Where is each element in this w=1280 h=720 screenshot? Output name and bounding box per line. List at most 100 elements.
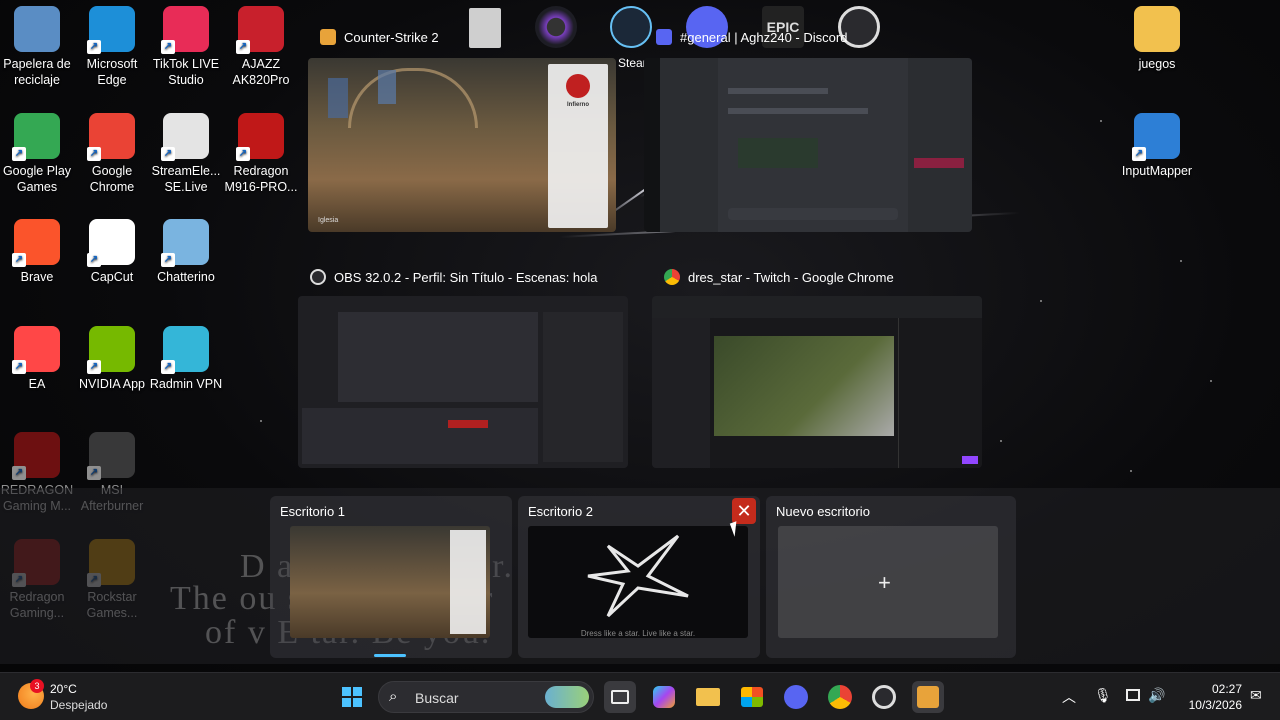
desktop-icon-label: CapCut bbox=[90, 270, 134, 284]
shortcut-arrow-icon: ↗ bbox=[87, 40, 101, 54]
copilot-icon bbox=[653, 686, 675, 708]
desktop-icon[interactable]: ↗ NVIDIA App bbox=[73, 326, 151, 392]
streamelements-icon: ↗ bbox=[161, 113, 209, 161]
star-logo bbox=[587, 534, 689, 618]
desktop-icon[interactable]: ↗ InputMapper bbox=[1118, 113, 1196, 179]
store-button[interactable] bbox=[736, 681, 768, 713]
notifications-icon[interactable]: ✉ bbox=[1250, 687, 1262, 704]
desktop-icon[interactable]: ↗ CapCut bbox=[73, 219, 151, 285]
window-thumbnail bbox=[644, 58, 972, 232]
desktop-2[interactable]: Escritorio 2 Dress like a star. Live lik… bbox=[518, 496, 760, 658]
desktop-icon-label: Google Play Games bbox=[2, 164, 72, 194]
task-view-button[interactable] bbox=[604, 681, 636, 713]
inputmapper-icon: ↗ bbox=[1132, 113, 1180, 161]
network-icon[interactable] bbox=[1126, 689, 1140, 701]
search-box[interactable]: ⌕ Buscar bbox=[378, 681, 594, 713]
window-title: #general | Aghz240 - Discord bbox=[680, 29, 848, 45]
nvidia-icon: ↗ bbox=[87, 326, 135, 374]
desktop-icon[interactable]: ↗ TikTok LIVE Studio bbox=[147, 6, 225, 88]
desktop-icon[interactable]: ↗ Chatterino bbox=[147, 219, 225, 285]
desktop-icon[interactable]: ↗ Google Play Games bbox=[0, 113, 76, 195]
discord-taskbar-button[interactable] bbox=[780, 681, 812, 713]
new-desktop[interactable]: Nuevo escritorio + bbox=[766, 496, 1016, 658]
desktop-label: Nuevo escritorio bbox=[776, 504, 870, 519]
search-icon: ⌕ bbox=[389, 688, 398, 705]
shortcut-arrow-icon: ↗ bbox=[12, 147, 26, 161]
new-desktop-button[interactable]: + bbox=[778, 526, 998, 638]
plus-icon: + bbox=[878, 570, 891, 595]
close-desktop-button[interactable]: ✕ bbox=[732, 498, 756, 524]
start-button[interactable] bbox=[336, 681, 368, 713]
chatterino-icon: ↗ bbox=[161, 219, 209, 267]
weather-temp[interactable]: 20°C bbox=[50, 682, 77, 696]
desktop-icon[interactable]: Papelera de reciclaje bbox=[0, 6, 76, 88]
microphone-icon[interactable]: 🎙 bbox=[1094, 687, 1112, 704]
shortcut-arrow-icon: ↗ bbox=[236, 147, 250, 161]
edge-icon: ↗ bbox=[87, 6, 135, 54]
active-indicator bbox=[374, 654, 406, 657]
weather-condition[interactable]: Despejado bbox=[50, 698, 107, 712]
window-discord[interactable]: #general | Aghz240 - Discord bbox=[644, 26, 974, 232]
capcut-icon: ↗ bbox=[87, 219, 135, 267]
desktop-icon-label: EA bbox=[28, 377, 46, 391]
cs2-icon bbox=[917, 686, 939, 708]
copilot-button[interactable] bbox=[648, 681, 680, 713]
chevron-up-icon[interactable]: ︿ bbox=[1062, 687, 1076, 707]
shortcut-arrow-icon: ↗ bbox=[87, 253, 101, 267]
desktop-icon[interactable]: ↗ Radmin VPN bbox=[147, 326, 225, 392]
file-explorer-button[interactable] bbox=[692, 681, 724, 713]
shortcut-arrow-icon: ↗ bbox=[236, 40, 250, 54]
window-thumbnail bbox=[652, 296, 982, 468]
tiktok-icon: ↗ bbox=[161, 6, 209, 54]
start-icon bbox=[342, 687, 362, 707]
chrome-icon: ↗ bbox=[87, 113, 135, 161]
desktop-icon-label: AJAZZ AK820Pro bbox=[232, 57, 290, 87]
window-obs[interactable]: OBS 32.0.2 - Perfil: Sin Título - Escena… bbox=[298, 266, 628, 468]
desktop-icon-label: NVIDIA App bbox=[78, 377, 145, 391]
desktop-caption: Dress like a star. Live like a star. bbox=[580, 629, 696, 638]
desktop-icon-label: juegos bbox=[1138, 57, 1176, 71]
desktop-icon[interactable]: ↗ StreamEle... SE.Live bbox=[147, 113, 225, 195]
map-info-panel: Infierno bbox=[548, 64, 608, 228]
chrome-taskbar-button[interactable] bbox=[824, 681, 856, 713]
desktop-icon-label: StreamEle... SE.Live bbox=[151, 164, 221, 194]
window-thumbnail bbox=[298, 296, 628, 468]
msi-afterburner-icon: ↗ bbox=[87, 432, 135, 480]
shortcut-arrow-icon: ↗ bbox=[12, 466, 26, 480]
shortcut-arrow-icon: ↗ bbox=[161, 40, 175, 54]
radmin-icon: ↗ bbox=[161, 326, 209, 374]
shortcut-arrow-icon: ↗ bbox=[12, 360, 26, 374]
window-title: dres_star - Twitch - Google Chrome bbox=[688, 269, 894, 285]
desktop-icon-label: Chatterino bbox=[157, 270, 215, 284]
play-games-icon: ↗ bbox=[12, 113, 60, 161]
shortcut-arrow-icon: ↗ bbox=[161, 147, 175, 161]
desktop-icon[interactable]: ↗ AJAZZ AK820Pro bbox=[222, 6, 300, 88]
chrome-icon bbox=[828, 685, 852, 709]
desktop-icon[interactable]: ↗ Google Chrome bbox=[73, 113, 151, 195]
shortcut-arrow-icon: ↗ bbox=[1132, 147, 1146, 161]
clock-time[interactable]: 02:27 bbox=[1180, 682, 1242, 696]
desktop-icon[interactable]: ↗ Microsoft Edge bbox=[73, 6, 151, 88]
cs2-icon bbox=[320, 29, 336, 45]
window-counter-strike[interactable]: Counter-Strike 2 Infierno Iglesia bbox=[308, 26, 618, 232]
taskbar: 3 20°C Despejado ⌕ Buscar ︿ 🎙 🔊 02:27 10… bbox=[0, 672, 1280, 720]
obs-taskbar-button[interactable] bbox=[868, 681, 900, 713]
desktop-icon-label: Redragon M916-PRO... bbox=[224, 164, 298, 194]
steam-label: Stear bbox=[618, 56, 647, 70]
microsoft-store-icon bbox=[741, 687, 763, 707]
desktop-1[interactable]: Escritorio 1 bbox=[270, 496, 512, 658]
clock-date[interactable]: 10/3/2026 bbox=[1170, 698, 1242, 712]
redragon-icon: ↗ bbox=[236, 113, 284, 161]
desktop-icon[interactable]: ↗ Brave bbox=[0, 219, 76, 285]
search-highlight-icon bbox=[545, 686, 589, 708]
map-name: Iglesia bbox=[318, 217, 339, 224]
desktop-icon-label: InputMapper bbox=[1121, 164, 1193, 178]
close-icon: ✕ bbox=[736, 500, 752, 521]
desktop-preview: Dress like a star. Live like a star. bbox=[528, 526, 748, 638]
desktop-icon[interactable]: juegos bbox=[1118, 6, 1196, 72]
desktop-icon[interactable]: ↗ Redragon M916-PRO... bbox=[222, 113, 300, 195]
window-chrome-twitch[interactable]: dres_star - Twitch - Google Chrome bbox=[652, 266, 982, 468]
desktop-icon[interactable]: ↗ EA bbox=[0, 326, 76, 392]
cs2-taskbar-button[interactable] bbox=[912, 681, 944, 713]
volume-icon[interactable]: 🔊 bbox=[1148, 687, 1165, 704]
